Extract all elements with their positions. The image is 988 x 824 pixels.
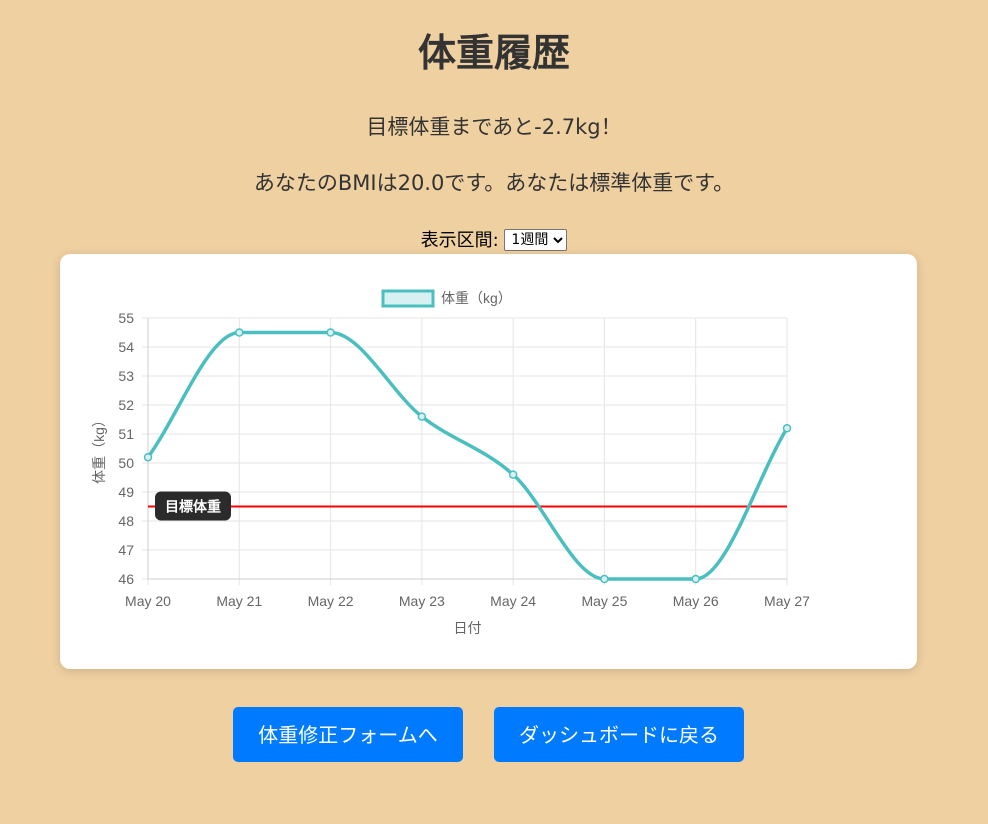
y-tick-label: 55 [118,310,134,326]
page-title: 体重履歴 [417,31,570,75]
weight-edit-form-button[interactable]: 体重修正フォームへ [233,707,463,762]
weight-data-point [691,574,700,584]
weight-data-point [235,328,244,337]
y-tick-label: 54 [118,339,134,355]
y-tick-label: 50 [118,455,134,471]
goal-line-label: 目標体重 [165,499,221,515]
weight-data-point [782,423,792,433]
weight-data-point [143,452,153,462]
y-tick-label: 46 [118,571,134,587]
x-tick-label: May 26 [673,593,719,609]
y-tick-label: 49 [118,484,134,500]
legend-label: 体重（kg） [441,290,512,306]
weight-data-point [508,470,518,479]
x-tick-label: May 20 [125,593,171,609]
x-tick-label: May 27 [764,593,810,609]
weight-data-point [326,328,335,337]
weight-data-point [600,574,609,584]
x-tick-label: May 25 [581,593,627,609]
y-tick-label: 48 [118,513,134,529]
range-selector-label: 表示区間: [420,230,499,251]
y-tick-label: 51 [118,426,134,442]
bmi-message: あなたのBMIは20.0です。あなたは標準体重です。 [253,171,735,195]
x-tick-label: May 23 [399,593,445,609]
range-select[interactable]: 1週間 [504,229,568,251]
x-tick-label: May 24 [490,593,536,609]
weight-series-line [146,330,789,581]
y-tick-label: 47 [118,542,134,558]
weight-history-chart: 46 47 48 49 50 51 52 53 54 55 May 20 May 21 May 22 Ma… [91,289,810,636]
y-axis-title: 体重（kg） [91,413,107,484]
back-to-dashboard-button[interactable]: ダッシュボードに戻る [494,707,744,762]
weight-data-point [417,412,427,421]
chart-card: 46 47 48 49 50 51 52 53 54 55 May 20 May 21 May 22 Ma… [60,254,917,669]
y-tick-label: 53 [118,368,134,384]
goal-weight-message: 目標体重まであと-2.7kg！ [366,115,622,139]
x-tick-label: May 21 [216,593,262,609]
range-selector-row: 表示区間: 1週間 [0,226,988,252]
x-axis-title: 日付 [454,620,482,636]
y-tick-label: 52 [118,397,134,413]
x-tick-label: May 22 [308,593,354,609]
legend-swatch [381,289,435,308]
